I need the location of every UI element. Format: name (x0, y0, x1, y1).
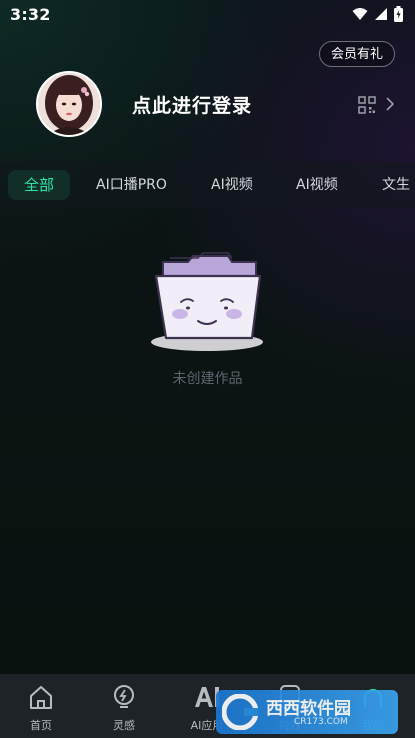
nav-home-label: 首页 (30, 719, 52, 732)
qr-code-icon[interactable] (358, 96, 376, 114)
category-tabs: 全部 AI口播PRO AI视频 AI视频 文生 (0, 162, 415, 208)
nav-inspiration[interactable]: 灵感 (89, 674, 159, 738)
nav-inspiration-label: 灵感 (113, 719, 135, 732)
tab-all[interactable]: 全部 (8, 170, 71, 200)
vip-gift-button[interactable]: 会员有礼 (318, 41, 395, 67)
tab-ai-video-1[interactable]: AI视频 (211, 170, 253, 200)
empty-folder-illustration (151, 252, 263, 351)
status-bar: 3:32 (0, 0, 415, 28)
status-icons (352, 6, 403, 22)
signal-icon (375, 8, 387, 20)
battery-icon (394, 6, 403, 22)
tab-text-to[interactable]: 文生 (382, 170, 410, 200)
status-time: 3:32 (10, 5, 51, 24)
watermark-subtitle: CR173.COM (294, 717, 348, 727)
lightbulb-icon (114, 685, 134, 708)
tab-ai-video-2[interactable]: AI视频 (296, 170, 338, 200)
watermark-badge: 西西软件园 CR173.COM (216, 690, 398, 734)
nav-home[interactable]: 首页 (6, 674, 76, 738)
watermark-title: 西西软件园 (266, 699, 351, 719)
watermark-logo (222, 694, 258, 730)
empty-state-text: 未创建作品 (172, 371, 243, 387)
avatar[interactable] (36, 71, 102, 137)
wifi-icon (352, 8, 368, 20)
avatar-image (38, 73, 100, 135)
home-icon (30, 686, 52, 709)
chevron-right-icon[interactable] (385, 96, 395, 112)
login-prompt[interactable]: 点此进行登录 (132, 91, 252, 118)
tab-ai-broadcast-pro[interactable]: AI口播PRO (96, 170, 167, 200)
